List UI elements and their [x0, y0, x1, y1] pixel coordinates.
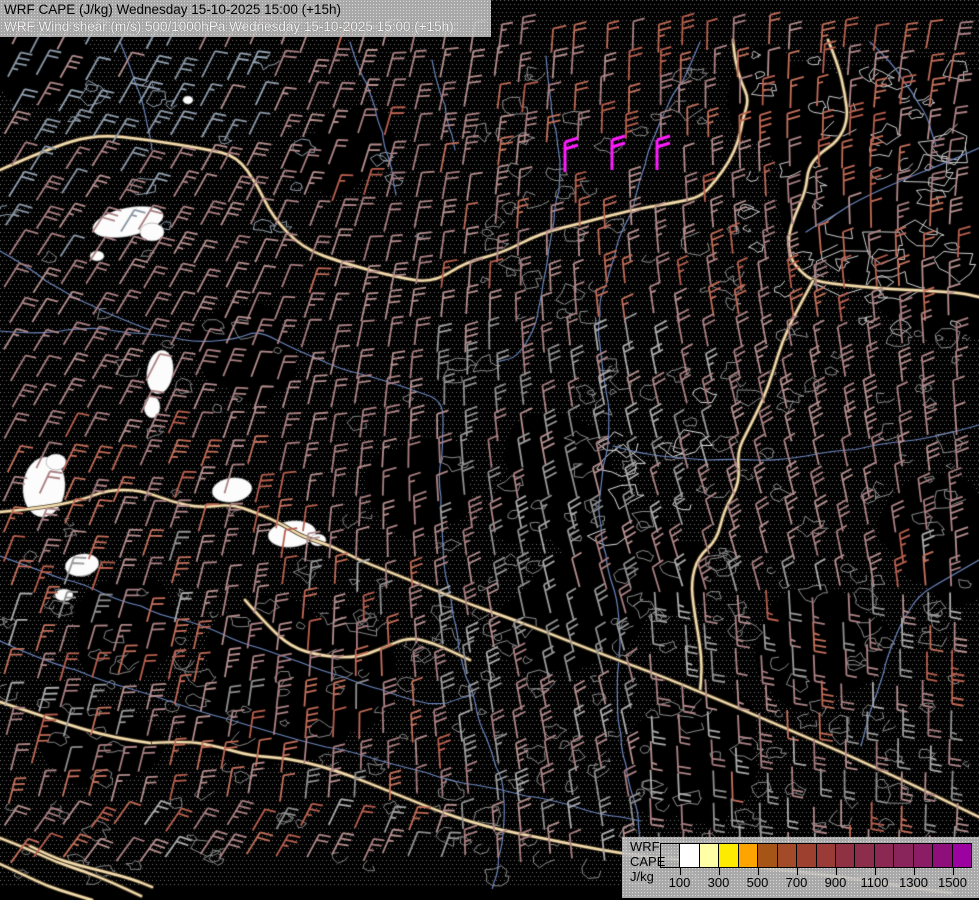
legend-tick-label: 900 [824, 875, 847, 890]
map-header-overlay: WRF CAPE (J/kg) Wednesday 15-10-2025 15:… [0, 0, 491, 37]
weather-map-canvas [0, 0, 979, 900]
colorbar-cell [951, 843, 972, 868]
wrf-weather-map-page: { "header": { "line1": "WRF CAPE (J/kg) … [0, 0, 979, 900]
legend-tick-mark [913, 868, 915, 875]
legend-tick-mark [757, 868, 759, 875]
legend-tick-label: 300 [707, 875, 730, 890]
legend-tick-mark [718, 868, 720, 875]
header-windshear-title: WRF Wind shear (m/s) 500/1000hPa Wednesd… [4, 19, 454, 34]
header-cape-title: WRF CAPE (J/kg) Wednesday 15-10-2025 15:… [4, 2, 342, 17]
colorbar-cell [679, 843, 700, 868]
colorbar-cell [873, 843, 895, 868]
cape-colorbar-ticks: 100 300 500 700 900 1100 1300 1500 [660, 868, 974, 896]
legend-tick-label: 100 [668, 875, 691, 890]
legend-tick-label: 1500 [938, 875, 967, 890]
colorbar-cell [737, 843, 759, 868]
legend-tick-label: 1300 [899, 875, 928, 890]
legend-tick-mark [679, 868, 681, 875]
legend-tick-label: 1100 [860, 875, 889, 890]
legend-tick-mark [874, 868, 876, 875]
legend-tick-mark [796, 868, 798, 875]
colorbar-cell [757, 843, 778, 868]
colorbar-cell [912, 843, 934, 868]
legend-tick-label: 500 [746, 875, 769, 890]
colorbar-cell [932, 843, 953, 868]
colorbar-cell [698, 843, 720, 868]
colorbar-cell [660, 843, 681, 868]
colorbar-cell [718, 843, 739, 868]
colorbar-cell [815, 843, 836, 868]
cape-colorbar [660, 843, 972, 868]
legend-tick-mark [835, 868, 837, 875]
colorbar-cell [893, 843, 914, 868]
colorbar-cell [776, 843, 798, 868]
cape-legend: WRF CAPE J/kg 100 300 500 700 900 1100 1300 150… [622, 837, 979, 898]
colorbar-cell [854, 843, 875, 868]
legend-tick-mark [952, 868, 954, 875]
legend-tick-label: 700 [785, 875, 808, 890]
colorbar-cell [796, 843, 817, 868]
colorbar-cell [834, 843, 856, 868]
